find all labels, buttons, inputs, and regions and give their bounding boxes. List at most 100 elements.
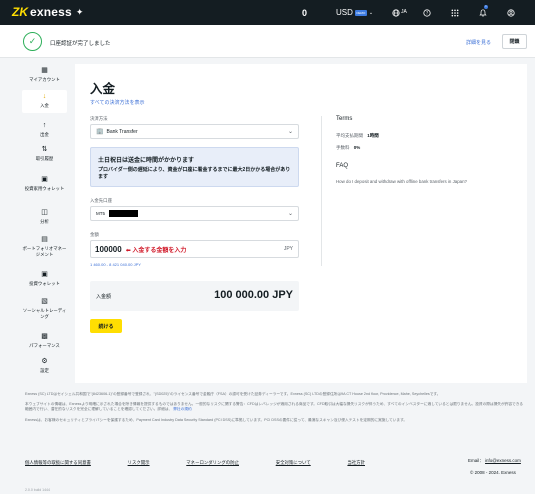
verification-message: 口座認証が完了しました <box>50 41 111 47</box>
sidebar-item-invest-wallet[interactable]: ▣ 投資ウォレット <box>22 271 67 287</box>
sidebar-item-social-trading[interactable]: ▧ ソーシャルトレーディング <box>22 298 67 319</box>
check-circle-icon: ✓ <box>23 32 42 51</box>
exness-logo[interactable]: ZK exness ✦ <box>12 5 83 19</box>
sidebar-item-label: ソーシャルトレーディング <box>22 308 67 319</box>
amount-currency: JPY <box>283 246 293 252</box>
sidebar-item-label: 入金 <box>40 103 49 108</box>
top-bar: ZK exness ✦ 0 USD DEMO ⌄ JA ? 1 <box>0 0 535 25</box>
continue-button[interactable]: 続ける <box>90 319 122 333</box>
currency-selector[interactable]: USD DEMO ⌄ <box>336 8 373 17</box>
bird-icon: ✦ <box>75 6 84 17</box>
bank-icon: 🏢 <box>96 129 104 135</box>
term-value: 0% <box>353 145 361 150</box>
sidebar-item-investor-wallet[interactable]: ▣ 投資家用ウォレット <box>22 176 67 192</box>
email-link[interactable]: info@exness.com <box>485 458 521 463</box>
payment-method-value: Bank Transfer <box>106 128 138 135</box>
account-prefix: MT5 <box>96 211 105 216</box>
bell-icon[interactable] <box>477 7 489 19</box>
term-value: 1時間 <box>367 133 379 138</box>
sidebar-item-portfolio[interactable]: ▤ ポートフォリオマネージメント <box>22 236 67 257</box>
account-select[interactable]: MT5 ⌄ <box>90 206 299 221</box>
sidebar-item-deposit[interactable]: ↓ 入金 <box>22 90 67 113</box>
help-icon[interactable]: ? <box>421 7 433 19</box>
sidebar-item-performance[interactable]: ▩ パフォーマンス <box>22 333 67 349</box>
total-label: 入金額 <box>96 294 112 300</box>
sidebar-item-label: マイアカウント <box>29 77 60 82</box>
footer-links: 個人情報等の取扱に関する同意書 リスク開示 マネーロンダリングの防止 安全対策に… <box>25 460 365 466</box>
sidebar-nav: ▦ マイアカウント ↓ 入金 ↑ 出金 ⇅ 取引履歴 ▣ 投資家用ウォレット ◫… <box>0 58 73 388</box>
footer-paragraph: Exnessは、お客様のセキュリティとプライバシーを保護するため、Payment… <box>25 417 408 422</box>
footer-link-privacy[interactable]: 個人情報等の取扱に関する同意書 <box>25 460 91 466</box>
footer-paragraph-text: 本ウェブサイトの情報は、Exnessより明確に示された場合を除き情報を提供するも… <box>25 402 524 412</box>
portfolio-icon: ▤ <box>41 236 48 243</box>
build-version: 2.0.0 build 1444 <box>25 488 50 492</box>
chevron-down-icon: ⌄ <box>368 9 374 16</box>
account-balance[interactable]: 0 <box>302 8 307 18</box>
sidebar-item-label: 出金 <box>40 132 49 137</box>
withdraw-icon: ↑ <box>42 122 47 129</box>
all-methods-link[interactable]: すべての決済方法を表示 <box>90 99 144 106</box>
profile-icon[interactable] <box>505 7 517 19</box>
svg-text:?: ? <box>426 11 428 16</box>
sidebar-item-label: 取引履歴 <box>35 156 54 161</box>
analytics-icon: ◫ <box>41 209 48 216</box>
warning-body: プロバイダー側の遅延により、資金が口座に着金するまでに最大2日かかる場合がありま… <box>98 167 291 180</box>
payment-method-select[interactable]: 🏢 Bank Transfer ⌄ <box>90 124 299 139</box>
page-title: 入金 <box>90 82 116 96</box>
faq-link[interactable]: How do I deposit and withdraw with offli… <box>336 179 516 184</box>
account-label: 入金先口座 <box>90 198 112 203</box>
wallet-icon: ▣ <box>41 176 48 183</box>
total-summary: 入金額 100 000.00 JPY <box>90 281 299 311</box>
sidebar-item-label: ポートフォリオマネージメント <box>22 246 67 257</box>
footer-link-aml[interactable]: マネーロンダリングの防止 <box>186 460 239 466</box>
notification-badge: 1 <box>484 5 488 9</box>
gear-icon: ⚙ <box>41 358 48 365</box>
chevron-down-icon: ⌄ <box>287 129 293 135</box>
warning-title: 土日祝日は送金に時間がかかります <box>98 158 195 164</box>
email-label: Email： <box>468 458 484 463</box>
weekend-warning: 土日祝日は送金に時間がかかります プロバイダー側の遅延により、資金が口座に着金す… <box>90 147 299 187</box>
footer-link-security[interactable]: 安全対策について <box>276 460 311 466</box>
social-icon: ▧ <box>41 298 48 305</box>
sidebar-item-label: 設定 <box>40 368 49 373</box>
footer-contact: Email： info@exness.com <box>468 458 521 464</box>
deposit-icon: ↓ <box>42 93 47 100</box>
details-link[interactable]: 詳細を見る <box>466 39 491 46</box>
account-number-redacted <box>109 210 138 217</box>
verification-banner: ✓ 口座認証が完了しました 詳細を見る 閉鎖 <box>0 25 535 58</box>
footer-link-risk[interactable]: リスク開示 <box>128 460 150 466</box>
term-row-fee: 手数料 0% <box>336 145 516 151</box>
footer-paragraph: 本ウェブサイトの情報は、Exnessより明確に示された場合を除き情報を提供するも… <box>25 402 525 412</box>
amount-range-hint: 1 460.00 - 8 421 040.00 JPY <box>90 262 141 267</box>
term-label: 手数料 <box>336 145 350 150</box>
language-label[interactable]: JA <box>401 9 407 15</box>
sidebar-item-label: 投資家用ウォレット <box>24 186 65 191</box>
apps-grid-icon[interactable] <box>449 7 461 19</box>
currency-code: USD <box>336 8 353 17</box>
copyright: © 2008 - 2024. Exness <box>470 470 516 475</box>
amount-annotation: ⬅ 入金する金額を入力 <box>125 247 187 254</box>
amount-note-text: 入金する金額を入力 <box>132 247 187 254</box>
sidebar-item-my-account[interactable]: ▦ マイアカウント <box>22 67 67 83</box>
amount-value: 100000 <box>95 244 122 254</box>
faq-title: FAQ <box>336 163 349 169</box>
sidebar-item-label: 投資ウォレット <box>29 281 60 286</box>
footer-paragraph: Exness (SC) LTDはセイシェル共和国で"(8423606-1)"の登… <box>25 392 441 396</box>
sidebar-item-analytics[interactable]: ◫ 分析 <box>22 209 67 225</box>
term-row-processing-time: 平均支払期間 1時間 <box>336 133 516 139</box>
sidebar-item-withdraw[interactable]: ↑ 出金 <box>22 122 67 138</box>
amount-label: 金額 <box>90 232 99 237</box>
footer-link-policy[interactable]: 当社方針 <box>347 460 365 466</box>
footer-disclaimer: Exness (SC) LTDはセイシェル共和国で"(8423606-1)"の登… <box>25 392 525 428</box>
sidebar-item-settings[interactable]: ⚙ 設定 <box>22 358 67 374</box>
sidebar-item-history[interactable]: ⇅ 取引履歴 <box>22 146 67 162</box>
terms-inline-link[interactable]: 弊社の規約 <box>173 407 191 411</box>
terms-title: Terms <box>336 116 353 122</box>
close-banner-button[interactable]: 閉鎖 <box>502 34 527 49</box>
grid-icon: ▦ <box>41 67 48 74</box>
performance-icon: ▩ <box>41 333 48 340</box>
amount-input[interactable]: 100000 ⬅ 入金する金額を入力 JPY <box>90 240 299 258</box>
sidebar-item-label: パフォーマンス <box>29 343 60 348</box>
total-value: 100 000.00 JPY <box>214 289 293 301</box>
invest-wallet-icon: ▣ <box>41 271 48 278</box>
